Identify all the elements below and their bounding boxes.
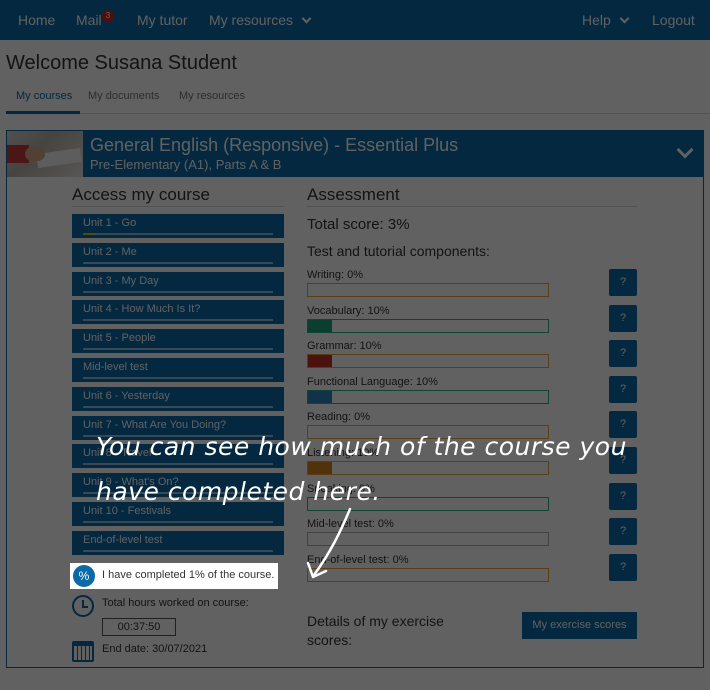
unit-button[interactable]: Unit 1 - Go xyxy=(72,214,284,238)
component-help-button[interactable]: ? xyxy=(609,304,637,332)
component-help-button[interactable]: ? xyxy=(609,375,637,403)
unit-progress-track xyxy=(83,521,273,523)
component-score-fill xyxy=(308,355,332,368)
callout-line-1: You can see how much of the course you xyxy=(96,432,627,461)
unit-progress-track xyxy=(83,319,273,322)
unit-progress-track xyxy=(83,463,273,466)
nav-help[interactable]: Help xyxy=(582,0,630,40)
unit-progress-track xyxy=(83,549,273,552)
nav-my-resources-label: My resources xyxy=(209,12,294,28)
divider xyxy=(307,206,637,207)
calendar-icon xyxy=(72,641,94,662)
total-score: Total score: 3% xyxy=(307,216,410,233)
end-date: End date: 30/07/2021 xyxy=(102,643,208,655)
component-score-bar xyxy=(307,354,549,369)
unit-progress-track xyxy=(83,405,273,408)
hours-value: 00:37:50 xyxy=(102,618,176,636)
callout-arrow-icon xyxy=(306,507,352,579)
course-subtitle: Pre-Elementary (A1), Parts A & B xyxy=(90,157,282,172)
component-label: Writing: 0% xyxy=(307,269,364,281)
components-label: Test and tutorial components: xyxy=(307,243,490,259)
unit-label: Mid-level test xyxy=(83,361,148,373)
mail-count-badge: 3 xyxy=(102,10,114,22)
unit-label: Unit 10 - Festivals xyxy=(83,505,172,517)
clock-icon xyxy=(72,595,94,617)
component-score-fill xyxy=(308,462,332,474)
unit-button[interactable]: Mid-level test xyxy=(72,358,284,382)
exercise-details-label: Details of my exercise xyxy=(307,613,444,629)
tab-my-courses[interactable]: My courses xyxy=(16,90,72,102)
unit-button[interactable]: End-of-level test xyxy=(72,530,284,555)
unit-button[interactable]: Unit 2 - Me xyxy=(72,242,284,267)
nav-home[interactable]: Home xyxy=(18,0,55,40)
component-help-button[interactable]: ? xyxy=(609,553,637,581)
course-thumbnail xyxy=(7,131,83,177)
unit-progress-track xyxy=(83,348,273,351)
component-score-bar xyxy=(307,318,549,333)
nav-mail[interactable]: Mail 3 xyxy=(76,0,114,40)
component-label: Vocabulary: 10% xyxy=(307,304,390,317)
completion-text-highlighted: I have completed 1% of the course. xyxy=(102,569,275,581)
unit-label: Unit 1 - Go xyxy=(83,217,137,229)
percent-icon: % xyxy=(73,565,95,587)
component-help-button[interactable]: ? xyxy=(609,340,637,368)
course-header[interactable]: General English (Responsive) - Essential… xyxy=(7,131,703,177)
active-tab-indicator xyxy=(6,111,80,114)
component-help-button[interactable]: ? xyxy=(609,269,637,296)
exercise-details-label-cont: scores: xyxy=(307,632,353,648)
collapse-chevron-icon[interactable] xyxy=(676,141,694,159)
unit-progress-track xyxy=(83,233,273,235)
tab-my-documents[interactable]: My documents xyxy=(88,90,160,102)
nav-mail-label: Mail xyxy=(76,12,102,28)
nav-help-label: Help xyxy=(582,12,611,28)
component-score-bar xyxy=(307,461,549,475)
nav-my-resources[interactable]: My resources xyxy=(209,0,312,40)
unit-button[interactable]: Unit 6 - Yesterday xyxy=(72,386,284,411)
unit-label: Unit 5 - People xyxy=(83,332,156,345)
unit-label: Unit 7 - What Are You Doing? xyxy=(83,418,227,431)
unit-button[interactable]: Unit 3 - My Day xyxy=(72,271,284,296)
unit-label: End-of-level test xyxy=(83,533,163,546)
component-score-fill xyxy=(308,390,332,403)
access-course-heading: Access my course xyxy=(72,185,210,204)
page-title: Welcome Susana Student xyxy=(6,52,237,74)
callout-line-2: have completed here. xyxy=(96,477,381,506)
chevron-down-icon xyxy=(301,13,312,24)
component-label: Functional Language: 10% xyxy=(307,375,438,388)
component-label: Grammar: 10% xyxy=(307,340,382,353)
completion-highlight: % I have completed 1% of the course. xyxy=(70,563,278,589)
component-label: Reading: 0% xyxy=(307,411,370,424)
component-score-fill xyxy=(308,319,332,332)
divider xyxy=(72,206,284,207)
top-nav: Home Mail 3 My tutor My resources Help L… xyxy=(0,0,710,40)
my-exercise-scores-button[interactable]: My exercise scores xyxy=(522,612,637,639)
unit-label: Unit 3 - My Day xyxy=(83,274,159,287)
chevron-down-icon xyxy=(619,13,630,24)
unit-button[interactable]: Unit 4 - How Much Is It? xyxy=(72,300,284,325)
component-help-button[interactable]: ? xyxy=(609,518,637,546)
component-score-bar xyxy=(307,283,549,297)
nav-my-tutor[interactable]: My tutor xyxy=(137,0,188,40)
assessment-heading: Assessment xyxy=(307,185,400,204)
unit-progress-fill xyxy=(83,233,93,235)
nav-logout[interactable]: Logout xyxy=(652,0,695,40)
tab-my-resources[interactable]: My resources xyxy=(179,90,245,102)
unit-button[interactable]: Unit 5 - People xyxy=(72,329,284,354)
unit-progress-track xyxy=(83,290,273,293)
unit-label: Unit 4 - How Much Is It? xyxy=(83,303,201,316)
unit-progress-track xyxy=(83,261,273,264)
tab-bar: My courses My documents My resources xyxy=(6,88,710,114)
component-help-button[interactable]: ? xyxy=(609,482,637,510)
course-title: General English (Responsive) - Essential… xyxy=(90,135,459,155)
unit-label: Unit 2 - Me xyxy=(83,245,137,258)
hours-label: Total hours worked on course: xyxy=(102,597,249,609)
unit-progress-track xyxy=(83,377,273,379)
unit-label: Unit 6 - Yesterday xyxy=(83,389,170,402)
component-score-bar xyxy=(307,389,549,404)
